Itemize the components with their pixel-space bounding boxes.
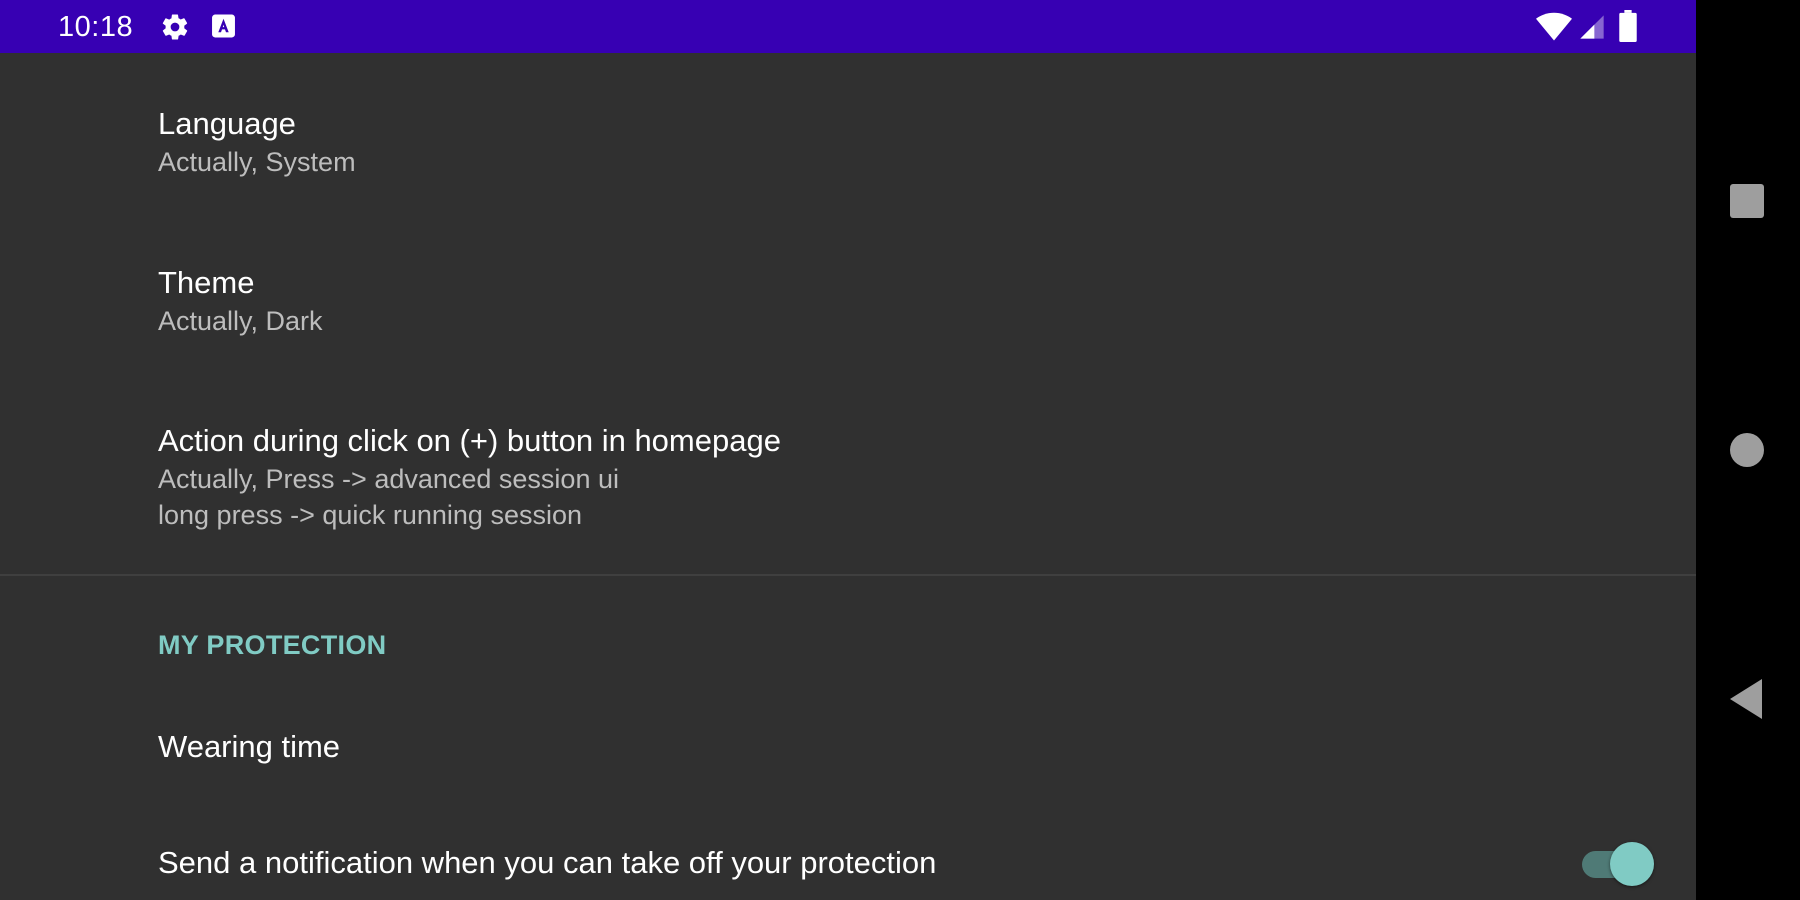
status-bar: 10:18 [0,0,1696,53]
theme-title: Theme [158,265,255,300]
wifi-icon [1536,12,1572,41]
section-divider [0,574,1696,576]
settings-screen: 10:18 Language Actually, System Theme Ac… [0,0,1696,900]
plus-button-action-summary: Actually, Press -> advanced session ui l… [158,464,619,530]
recents-icon[interactable] [1730,184,1764,218]
wearing-time-title: Wearing time [158,729,341,764]
a-icon [212,14,235,38]
take-off-notification-preference[interactable]: Send a notification when you can take of… [158,843,1656,883]
language-summary: Actually, System [158,147,356,177]
plus-button-action-preference[interactable]: Action during click on (+) button in hom… [158,421,1656,533]
theme-preference[interactable]: Theme Actually, Dark [158,263,1656,339]
switch-thumb [1610,842,1654,886]
my-protection-category: MY PROTECTION [158,630,387,660]
wearing-time-preference[interactable]: Wearing time [158,727,1656,767]
battery-icon [1619,10,1637,42]
plus-button-action-title: Action during click on (+) button in hom… [158,423,781,458]
back-icon[interactable] [1730,679,1766,719]
gear-icon [162,14,188,40]
status-time: 10:18 [58,11,134,43]
navigation-bar [1696,0,1800,900]
language-title: Language [158,106,296,141]
take-off-notification-title: Send a notification when you can take of… [158,845,937,880]
language-preference[interactable]: Language Actually, System [158,104,1656,180]
theme-summary: Actually, Dark [158,306,323,336]
take-off-notification-switch[interactable] [1578,842,1654,886]
signal-icon [1580,15,1604,39]
home-icon[interactable] [1730,433,1764,467]
